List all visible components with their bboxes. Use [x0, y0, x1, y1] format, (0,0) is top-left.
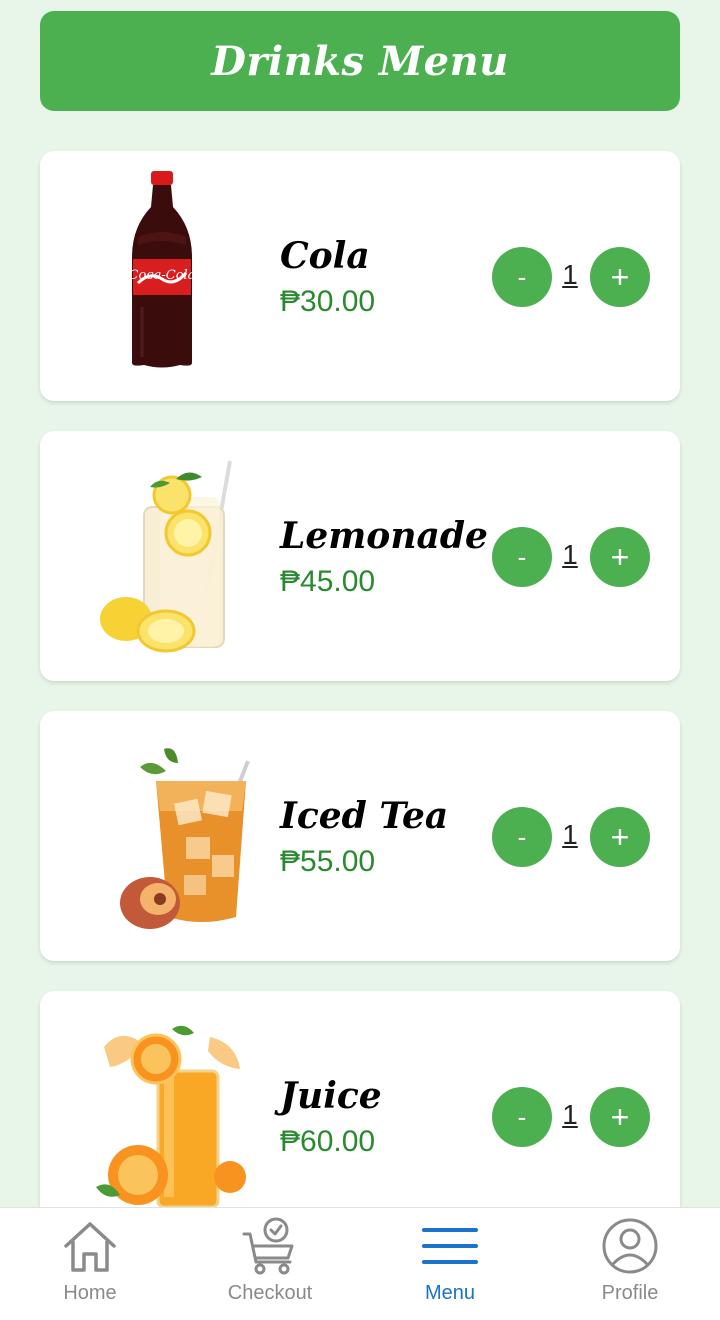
drink-card-lemonade: Lemonade ₱45.00 - 1 +	[40, 431, 680, 681]
nav-item-checkout[interactable]: Checkout	[180, 1208, 360, 1320]
drink-name: Iced Tea	[280, 795, 449, 837]
profile-icon	[600, 1216, 660, 1276]
lemonade-glass-image	[80, 447, 250, 665]
drink-card-cola: Coca-Cola Cola ₱30.00 - 1 +	[40, 151, 680, 401]
bottom-navigation: Home Checkout Menu Profile	[0, 1207, 720, 1320]
decrease-quantity-button[interactable]: -	[492, 807, 552, 867]
increase-quantity-button[interactable]: +	[590, 1087, 650, 1147]
nav-item-home[interactable]: Home	[0, 1208, 180, 1320]
nav-label: Home	[63, 1282, 117, 1304]
nav-item-menu[interactable]: Menu	[360, 1208, 540, 1320]
menu-icon	[420, 1216, 480, 1276]
drink-name: Lemonade	[280, 515, 488, 557]
increase-quantity-button[interactable]: +	[590, 527, 650, 587]
decrease-quantity-button[interactable]: -	[492, 1087, 552, 1147]
quantity-value: 1	[562, 259, 578, 290]
increase-quantity-button[interactable]: +	[590, 807, 650, 867]
quantity-value: 1	[562, 819, 578, 850]
increase-quantity-button[interactable]: +	[590, 247, 650, 307]
home-icon	[60, 1216, 120, 1276]
drink-price: ₱30.00	[280, 285, 376, 318]
drink-name: Cola	[280, 235, 370, 277]
nav-label: Menu	[424, 1282, 476, 1304]
drink-price: ₱45.00	[280, 565, 376, 598]
decrease-quantity-button[interactable]: -	[492, 527, 552, 587]
quantity-value: 1	[562, 1099, 578, 1130]
drink-card-juice: Juice ₱60.00 - 1 +	[40, 991, 680, 1241]
iced-tea-glass-image	[80, 727, 250, 945]
header-bar: Drinks Menu	[40, 11, 680, 111]
decrease-quantity-button[interactable]: -	[492, 247, 552, 307]
quantity-value: 1	[562, 539, 578, 570]
cart-check-icon	[240, 1216, 300, 1276]
drink-name: Juice	[280, 1075, 382, 1117]
page-title: Drinks Menu	[211, 37, 509, 85]
nav-item-profile[interactable]: Profile	[540, 1208, 720, 1320]
orange-juice-image	[80, 1007, 250, 1225]
nav-label: Profile	[601, 1282, 659, 1304]
cola-bottle-image: Coca-Cola	[80, 167, 250, 385]
drink-price: ₱55.00	[280, 845, 376, 878]
nav-label: Checkout	[227, 1282, 313, 1304]
svg-text:Coca-Cola: Coca-Cola	[129, 268, 196, 283]
drink-card-iced-tea: Iced Tea ₱55.00 - 1 +	[40, 711, 680, 961]
drink-price: ₱60.00	[280, 1125, 376, 1158]
drinks-menu-screen: Drinks Menu Coca-Cola Cola ₱30.00 - 1 +	[0, 0, 720, 1320]
